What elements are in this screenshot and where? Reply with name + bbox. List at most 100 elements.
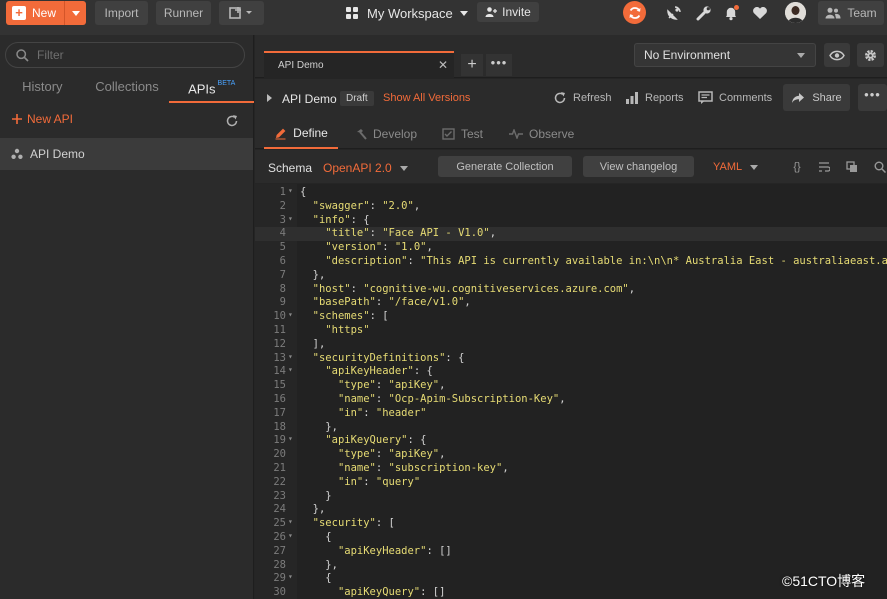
- avatar[interactable]: [785, 2, 806, 23]
- satellite-icon[interactable]: [665, 4, 683, 22]
- line-number: 3: [279, 213, 286, 226]
- more-actions-button[interactable]: •••: [858, 84, 887, 111]
- sidebar-item-api-demo[interactable]: API Demo: [0, 138, 253, 170]
- more-tabs-button[interactable]: •••: [486, 54, 512, 76]
- tab-collections[interactable]: Collections: [85, 73, 170, 103]
- invite-button[interactable]: Invite: [477, 2, 539, 22]
- close-icon[interactable]: ✕: [438, 58, 448, 72]
- new-window-button[interactable]: [219, 1, 264, 25]
- share-button[interactable]: Share: [783, 84, 850, 111]
- wrench-icon[interactable]: [695, 4, 713, 22]
- new-tab-button[interactable]: +: [461, 54, 483, 76]
- code-line[interactable]: 21 "name": "subscription-key",: [255, 462, 887, 476]
- fold-toggle-icon[interactable]: ▾: [288, 186, 293, 195]
- new-api-button[interactable]: New API: [12, 112, 73, 126]
- fold-toggle-icon[interactable]: ▾: [288, 214, 293, 223]
- add-user-icon: [485, 7, 498, 17]
- code-line[interactable]: 24 },: [255, 503, 887, 517]
- workspace-switcher[interactable]: My Workspace: [346, 4, 468, 22]
- fold-toggle-icon[interactable]: ▾: [288, 352, 293, 361]
- manage-environments-button[interactable]: [857, 43, 884, 67]
- show-all-versions-link[interactable]: Show All Versions: [383, 92, 470, 104]
- wrap-lines-icon[interactable]: [817, 160, 831, 174]
- import-button[interactable]: Import: [95, 1, 148, 25]
- chevron-right-icon[interactable]: [267, 94, 272, 102]
- sync-button[interactable]: [623, 1, 646, 24]
- refresh-apis-button[interactable]: [225, 114, 239, 128]
- team-button[interactable]: Team: [818, 1, 884, 25]
- language-select[interactable]: YAML: [713, 161, 759, 173]
- code-text: "name": "Ocp-Apim-Subscription-Key",: [337, 393, 566, 405]
- tab-test[interactable]: Test: [442, 119, 483, 149]
- tab-define[interactable]: Define: [264, 119, 338, 149]
- code-text: "title": "Face API - V1.0",: [325, 227, 497, 240]
- new-button[interactable]: + New: [6, 1, 86, 25]
- schema-format-select[interactable]: OpenAPI 2.0: [323, 161, 408, 175]
- braces-icon[interactable]: {}: [790, 160, 804, 174]
- code-line[interactable]: 15 "type": "apiKey",: [255, 379, 887, 393]
- code-line[interactable]: 22 "in": "query": [255, 476, 887, 490]
- environment-quick-look-button[interactable]: [824, 43, 850, 67]
- new-window-icon: [228, 7, 252, 19]
- tab-observe[interactable]: Observe: [509, 119, 574, 149]
- code-line[interactable]: 27 "apiKeyHeader": []: [255, 545, 887, 559]
- code-line[interactable]: 23 }: [255, 490, 887, 504]
- environment-select[interactable]: No Environment: [634, 43, 816, 67]
- code-line[interactable]: 1 ▾ {: [255, 186, 887, 200]
- schema-toolbar: Schema OpenAPI 2.0 Generate Collection V…: [255, 150, 887, 183]
- code-line[interactable]: 16 "name": "Ocp-Apim-Subscription-Key",: [255, 393, 887, 407]
- bell-icon[interactable]: [722, 4, 740, 22]
- heart-icon[interactable]: [751, 4, 769, 22]
- code-line[interactable]: 7 },: [255, 269, 887, 283]
- view-changelog-button[interactable]: View changelog: [583, 156, 694, 177]
- code-text: "apiKeyQuery": []: [337, 586, 446, 599]
- code-line[interactable]: 3 ▾ "info": {: [255, 214, 887, 228]
- schema-code-editor[interactable]: 1 ▾{2 "swagger": "2.0", 3 ▾ "info": {4 "tit…: [255, 184, 887, 599]
- filter-input[interactable]: [37, 48, 237, 62]
- filter-box[interactable]: [5, 42, 245, 68]
- code-line[interactable]: 12 ],: [255, 338, 887, 352]
- code-line[interactable]: 19 ▾ "apiKeyQuery": {: [255, 434, 887, 448]
- code-line[interactable]: 20 "type": "apiKey",: [255, 448, 887, 462]
- copy-icon[interactable]: [845, 160, 859, 174]
- fold-toggle-icon[interactable]: ▾: [288, 572, 293, 581]
- runner-button[interactable]: Runner: [156, 1, 211, 25]
- code-line[interactable]: 26 ▾ {: [255, 531, 887, 545]
- tab-develop[interactable]: Develop: [354, 119, 417, 149]
- tab-history[interactable]: History: [0, 73, 85, 103]
- code-line[interactable]: 4 "title": "Face API - V1.0",: [255, 227, 887, 242]
- generate-collection-button[interactable]: Generate Collection: [438, 156, 572, 177]
- comments-label: Comments: [719, 92, 773, 104]
- refresh-button[interactable]: Refresh: [553, 91, 612, 105]
- code-line[interactable]: 6 "description": "This API is currently …: [255, 255, 887, 269]
- tab-observe-label: Observe: [529, 127, 575, 141]
- user-avatar-icon: [785, 2, 806, 23]
- tab-apis[interactable]: APIs BETA: [169, 73, 255, 103]
- code-line[interactable]: 11 "https": [255, 324, 887, 338]
- code-line[interactable]: 25 ▾ "security": [: [255, 517, 887, 531]
- code-line[interactable]: 17 "in": "header": [255, 407, 887, 421]
- code-line[interactable]: 13 ▾ "securityDefinitions": {: [255, 352, 887, 366]
- code-line[interactable]: 2 "swagger": "2.0",: [255, 200, 887, 214]
- code-text: "type": "apiKey",: [337, 379, 446, 392]
- fold-toggle-icon[interactable]: ▾: [288, 531, 293, 540]
- comments-button[interactable]: Comments: [698, 91, 772, 105]
- fold-toggle-icon[interactable]: ▾: [288, 310, 293, 319]
- fold-toggle-icon[interactable]: ▾: [288, 434, 293, 443]
- fold-toggle-icon[interactable]: ▾: [288, 517, 293, 526]
- reports-button[interactable]: Reports: [625, 91, 684, 105]
- line-number: 24: [273, 503, 286, 516]
- tab-api-demo-label: API Demo: [278, 60, 324, 71]
- refresh-label: Refresh: [573, 92, 612, 104]
- api-icon: [11, 148, 23, 159]
- code-line[interactable]: 8 "host": "cognitive-wu.cognitiveservice…: [255, 283, 887, 297]
- fold-toggle-icon[interactable]: ▾: [288, 365, 293, 374]
- search-icon[interactable]: [873, 160, 887, 174]
- code-line[interactable]: 10 ▾ "schemes": [: [255, 310, 887, 324]
- code-line[interactable]: 5 "version": "1.0",: [255, 241, 887, 255]
- new-dropdown-caret-icon[interactable]: [64, 1, 86, 25]
- code-line[interactable]: 9 "basePath": "/face/v1.0",: [255, 296, 887, 310]
- code-line[interactable]: 14 ▾ "apiKeyHeader": {: [255, 365, 887, 379]
- code-line[interactable]: 18 },: [255, 421, 887, 435]
- tab-api-demo[interactable]: API Demo ✕: [264, 51, 454, 78]
